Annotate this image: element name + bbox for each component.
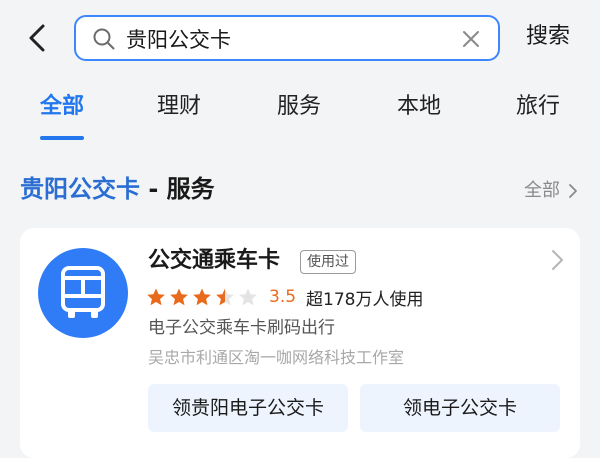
search-button[interactable]: 搜索 xyxy=(526,22,570,52)
section-more-label: 全部 xyxy=(524,180,560,201)
section-title: 贵阳公交卡 - 服务 xyxy=(20,172,215,206)
search-box[interactable] xyxy=(74,15,500,61)
bus-icon xyxy=(61,266,105,318)
rating-row: 3.5 超178万人使用 xyxy=(146,284,424,310)
star-icon xyxy=(147,288,165,306)
category-tabs: 全部 理财 服务 本地 旅行 xyxy=(0,86,600,142)
section-title-rest: - 服务 xyxy=(140,175,215,203)
app-description: 电子公交乘车卡刷码出行 xyxy=(148,318,335,338)
back-arrow-icon xyxy=(29,24,45,52)
tab-services[interactable]: 服务 xyxy=(277,92,321,122)
close-icon[interactable] xyxy=(460,28,482,50)
star-rating xyxy=(146,287,261,307)
app-icon[interactable] xyxy=(38,248,128,338)
tab-finance[interactable]: 理财 xyxy=(157,92,201,122)
user-count: 超178万人使用 xyxy=(306,289,424,310)
get-guiyang-ecard-button[interactable]: 领贵阳电子公交卡 xyxy=(148,384,348,432)
used-badge: 使用过 xyxy=(300,250,356,274)
section-more-link[interactable]: 全部 xyxy=(524,178,578,204)
star-icon xyxy=(170,288,188,306)
star-icon xyxy=(216,288,234,306)
get-ecard-button[interactable]: 领电子公交卡 xyxy=(360,384,560,432)
active-tab-indicator xyxy=(40,136,84,140)
chevron-right-icon[interactable] xyxy=(550,248,566,272)
app-name[interactable]: 公交通乘车卡 xyxy=(148,246,280,276)
back-button[interactable] xyxy=(20,18,54,58)
tab-travel[interactable]: 旅行 xyxy=(516,92,560,122)
search-input[interactable] xyxy=(126,24,446,54)
star-icon xyxy=(193,288,211,306)
tab-local[interactable]: 本地 xyxy=(397,92,441,122)
search-icon xyxy=(93,28,115,50)
section-title-keyword: 贵阳公交卡 xyxy=(20,175,140,203)
tab-all[interactable]: 全部 xyxy=(40,92,84,122)
service-result-card[interactable]: 公交通乘车卡 使用过 3.5 超178万人使用 电子公交乘车卡刷码出行 吴忠市利… xyxy=(20,228,580,458)
app-developer: 吴忠市利通区淘一咖网络科技工作室 xyxy=(148,348,405,367)
star-icon xyxy=(239,288,257,306)
chevron-right-icon xyxy=(568,184,577,198)
rating-score: 3.5 xyxy=(269,287,297,307)
top-bar: 搜索 xyxy=(0,0,600,80)
